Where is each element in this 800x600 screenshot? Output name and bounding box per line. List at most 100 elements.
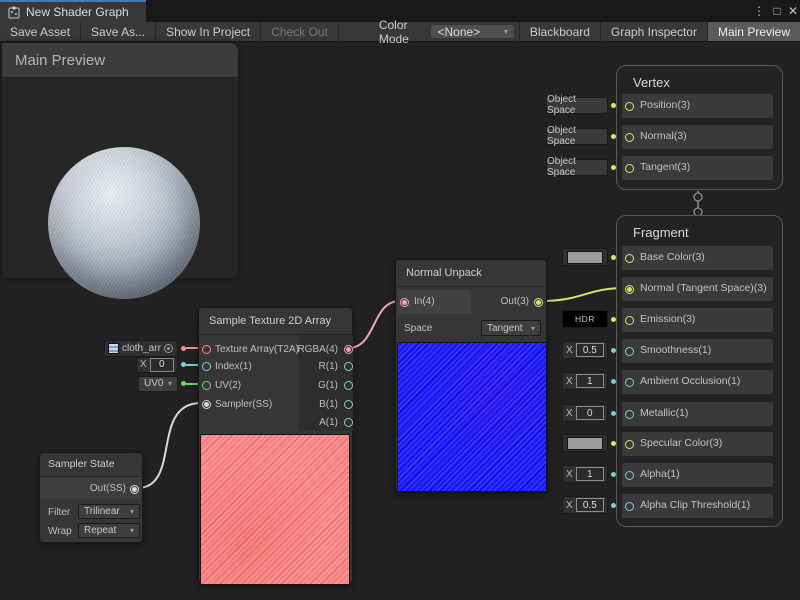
wire-rgba-to-normalunpack[interactable] xyxy=(348,301,400,348)
filter-value: Trilinear xyxy=(84,506,120,517)
save-as-button[interactable]: Save As... xyxy=(81,22,156,41)
in4-label: In(4) xyxy=(414,296,435,307)
position-input-port[interactable] xyxy=(625,102,634,111)
texturearray-object-widget: cloth_array xyxy=(104,340,186,357)
space-label: Space xyxy=(404,323,432,334)
normaltangent-slot-label: Normal (Tangent Space)(3) xyxy=(640,282,767,294)
fragment-slot-specular[interactable]: Specular Color(3) xyxy=(622,432,773,456)
smoothness-widget: X0.5 xyxy=(562,341,616,359)
main-preview-header[interactable]: Main Preview xyxy=(2,43,238,77)
sample-texture-preview xyxy=(200,434,350,585)
alpha-input-port[interactable] xyxy=(625,471,634,480)
occlusion-input-port[interactable] xyxy=(625,378,634,387)
index-field[interactable]: 0 xyxy=(150,358,174,372)
emission-input-port[interactable] xyxy=(625,316,634,325)
fragment-slot-basecolor[interactable]: Base Color(3) xyxy=(622,246,773,270)
blackboard-toggle[interactable]: Blackboard xyxy=(519,22,600,41)
metallic-input-port[interactable] xyxy=(625,410,634,419)
position-space-dropdown[interactable]: Object Space xyxy=(546,97,608,114)
normal-input-port[interactable] xyxy=(625,133,634,142)
b-output-port[interactable] xyxy=(344,400,353,409)
index-port[interactable] xyxy=(202,362,211,371)
out3-port[interactable] xyxy=(534,298,543,307)
vertex-context-node[interactable]: Vertex Position(3) Normal(3) Tangent(3) xyxy=(616,65,783,190)
x-label: X xyxy=(566,376,573,387)
widget-connector-dot xyxy=(611,134,616,139)
texture-object-field[interactable]: cloth_array xyxy=(104,340,178,357)
position-slot-label: Position(3) xyxy=(640,99,690,111)
fragment-slot-smoothness[interactable]: Smoothness(1) xyxy=(622,339,773,363)
fragment-slot-alpha[interactable]: Alpha(1) xyxy=(622,463,773,487)
sample-texture-2d-array-node[interactable]: Sample Texture 2D Array Texture Array(T2… xyxy=(198,307,353,584)
g-output-port[interactable] xyxy=(344,381,353,390)
normal-space-dropdown[interactable]: Object Space xyxy=(546,128,608,145)
chevron-down-icon: ▾ xyxy=(130,507,134,516)
fragment-slot-normal-tangent[interactable]: Normal (Tangent Space)(3) xyxy=(622,277,773,301)
metallic-field[interactable]: 0 xyxy=(576,406,604,420)
texture-object-name: cloth_array xyxy=(122,343,161,354)
widget-connector-dot xyxy=(611,379,616,384)
x-label: X xyxy=(566,408,573,419)
color-swatch xyxy=(567,437,603,450)
object-picker-icon[interactable] xyxy=(164,344,173,353)
stack-connector-top-dot[interactable] xyxy=(694,193,702,201)
tangent-space-dropdown[interactable]: Object Space xyxy=(546,159,608,176)
in4-port[interactable] xyxy=(400,298,409,307)
vertex-slot-tangent[interactable]: Tangent(3) xyxy=(622,156,773,180)
tangent-input-port[interactable] xyxy=(625,164,634,173)
occlusion-field[interactable]: 1 xyxy=(576,374,604,388)
specular-input-port[interactable] xyxy=(625,440,634,449)
wire-samplerstate-to-sampler[interactable] xyxy=(137,403,201,488)
fragment-slot-emission[interactable]: Emission(3) xyxy=(622,308,773,332)
r-output-port[interactable] xyxy=(344,362,353,371)
wrap-dropdown[interactable]: Repeat ▾ xyxy=(78,523,140,538)
graph-inspector-toggle[interactable]: Graph Inspector xyxy=(600,22,707,41)
normal-unpack-node[interactable]: Normal Unpack In(4) Out(3) Space Tangent… xyxy=(395,259,547,492)
emission-slot-label: Emission(3) xyxy=(640,313,695,325)
shader-graph-window: New Shader Graph ⋮ □ ✕ Save Asset Save A… xyxy=(0,0,800,600)
tab-new-shader-graph[interactable]: New Shader Graph xyxy=(0,0,146,22)
emission-widget: HDR xyxy=(562,310,616,328)
alphaclip-input-port[interactable] xyxy=(625,502,634,511)
basecolor-swatch[interactable] xyxy=(562,248,608,266)
space-dropdown[interactable]: Tangent ▾ xyxy=(481,320,541,336)
specular-swatch[interactable] xyxy=(562,434,608,452)
normaltangent-input-port[interactable] xyxy=(625,285,634,294)
wrap-value: Repeat xyxy=(84,525,116,536)
widget-connector-dot xyxy=(611,255,616,260)
uv-channel-dropdown[interactable]: UV0 ▾ xyxy=(138,376,178,392)
emission-hdr-swatch[interactable]: HDR xyxy=(562,310,608,328)
save-asset-button[interactable]: Save Asset xyxy=(0,22,81,41)
texturearray-label: Texture Array(T2A) xyxy=(215,344,299,355)
widget-connector-dot xyxy=(611,165,616,170)
fragment-slot-alphaclip[interactable]: Alpha Clip Threshold(1) xyxy=(622,494,773,518)
outss-port[interactable] xyxy=(130,485,139,494)
widget-connector-dot xyxy=(611,411,616,416)
main-preview-toggle[interactable]: Main Preview xyxy=(707,22,800,41)
rgba-output-port[interactable] xyxy=(344,345,353,354)
sampler-port[interactable] xyxy=(202,400,211,409)
fragment-context-node[interactable]: Fragment Base Color(3) Normal (Tangent S… xyxy=(616,215,783,527)
wire-out3-to-normal-slot[interactable] xyxy=(540,288,625,301)
kebab-menu-icon[interactable]: ⋮ xyxy=(750,0,768,22)
alphaclip-field[interactable]: 0.5 xyxy=(576,498,604,512)
occlusion-widget: X1 xyxy=(562,372,616,390)
uv-port[interactable] xyxy=(202,381,211,390)
widget-connector-dot xyxy=(611,103,616,108)
filter-dropdown[interactable]: Trilinear ▾ xyxy=(78,504,140,519)
fragment-slot-occlusion[interactable]: Ambient Occlusion(1) xyxy=(622,370,773,394)
smoothness-input-port[interactable] xyxy=(625,347,634,356)
sampler-state-node[interactable]: Sampler State Out(SS) Filter Trilinear ▾… xyxy=(39,452,143,543)
close-icon[interactable]: ✕ xyxy=(784,0,800,22)
fragment-slot-metallic[interactable]: Metallic(1) xyxy=(622,402,773,426)
basecolor-input-port[interactable] xyxy=(625,254,634,263)
a-output-port[interactable] xyxy=(344,418,353,427)
vertex-slot-position[interactable]: Position(3) xyxy=(622,94,773,118)
color-mode-dropdown[interactable]: <None> ▾ xyxy=(430,24,514,39)
vertex-slot-normal[interactable]: Normal(3) xyxy=(622,125,773,149)
alpha-field[interactable]: 1 xyxy=(576,467,604,481)
smoothness-field[interactable]: 0.5 xyxy=(576,343,604,357)
texturearray-port[interactable] xyxy=(202,345,211,354)
show-in-project-button[interactable]: Show In Project xyxy=(156,22,261,41)
out3-label: Out(3) xyxy=(501,296,529,307)
